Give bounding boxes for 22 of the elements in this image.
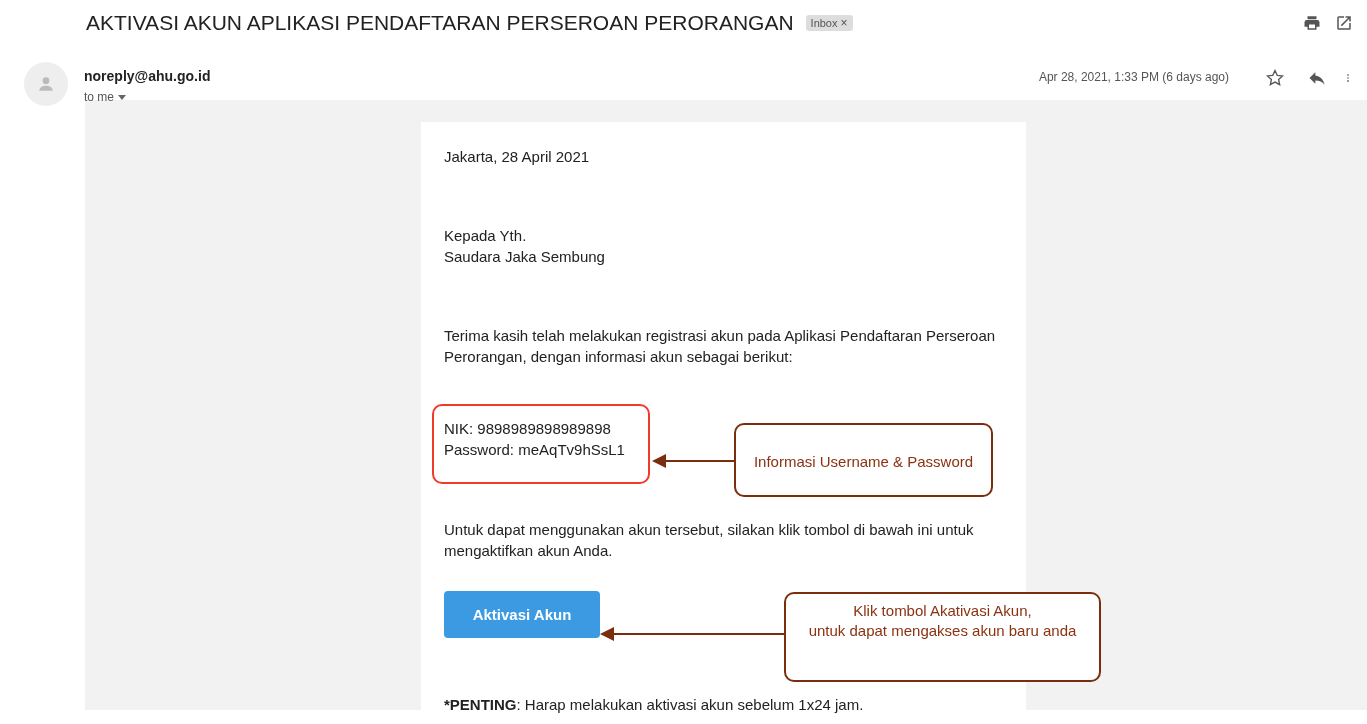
annotation-text: Klik tombol Akativasi Akun, — [852, 601, 1033, 621]
inbox-label[interactable]: Inbox × — [805, 15, 853, 31]
intro-paragraph: Terima kasih telah melakukan registrasi akun pada Aplikasi Pendaftaran Perseroan Perorangan, dengan informasi akun sebagai berikut: — [444, 326, 997, 367]
annotation-text: Informasi Username & Password — [752, 452, 975, 472]
print-icon[interactable] — [1303, 14, 1321, 32]
star-icon[interactable] — [1265, 68, 1285, 88]
important-note: *PENTING: Harap melakukan aktivasi akun sebelum 1x24 jam. — [444, 695, 865, 715]
salutation-text: Saudara Jaka Sembung — [444, 247, 606, 267]
email-subject: AKTIVASI AKUN APLIKASI PENDAFTARAN PERSEROAN PERORANGAN — [86, 11, 794, 35]
annotation-text: untuk dapat mengakses akun baru anda — [807, 621, 1078, 641]
remove-label-button[interactable]: × — [840, 16, 848, 30]
avatar-icon — [24, 62, 68, 106]
open-in-new-window-icon[interactable] — [1335, 14, 1353, 32]
credential-text: Password: meAqTv9hSsL1 — [444, 440, 626, 460]
place-date-text: Jakarta, 28 April 2021 — [444, 147, 591, 167]
recipient-text: to me — [84, 90, 114, 104]
salutation-text: Kepada Yth. — [444, 226, 528, 246]
sender-address: noreply@ahu.go.id — [84, 68, 211, 84]
activate-account-button[interactable]: Aktivasi Akun — [444, 591, 600, 638]
email-date: Apr 28, 2021, 1:33 PM (6 days ago) — [1038, 70, 1229, 84]
credential-text: NIK: 9898989898989898 — [444, 419, 612, 439]
instruction-paragraph: Untuk dapat menggunakan akun tersebut, silakan klik tombol di bawah ini untuk mengaktifkan akun Anda. — [444, 520, 975, 561]
